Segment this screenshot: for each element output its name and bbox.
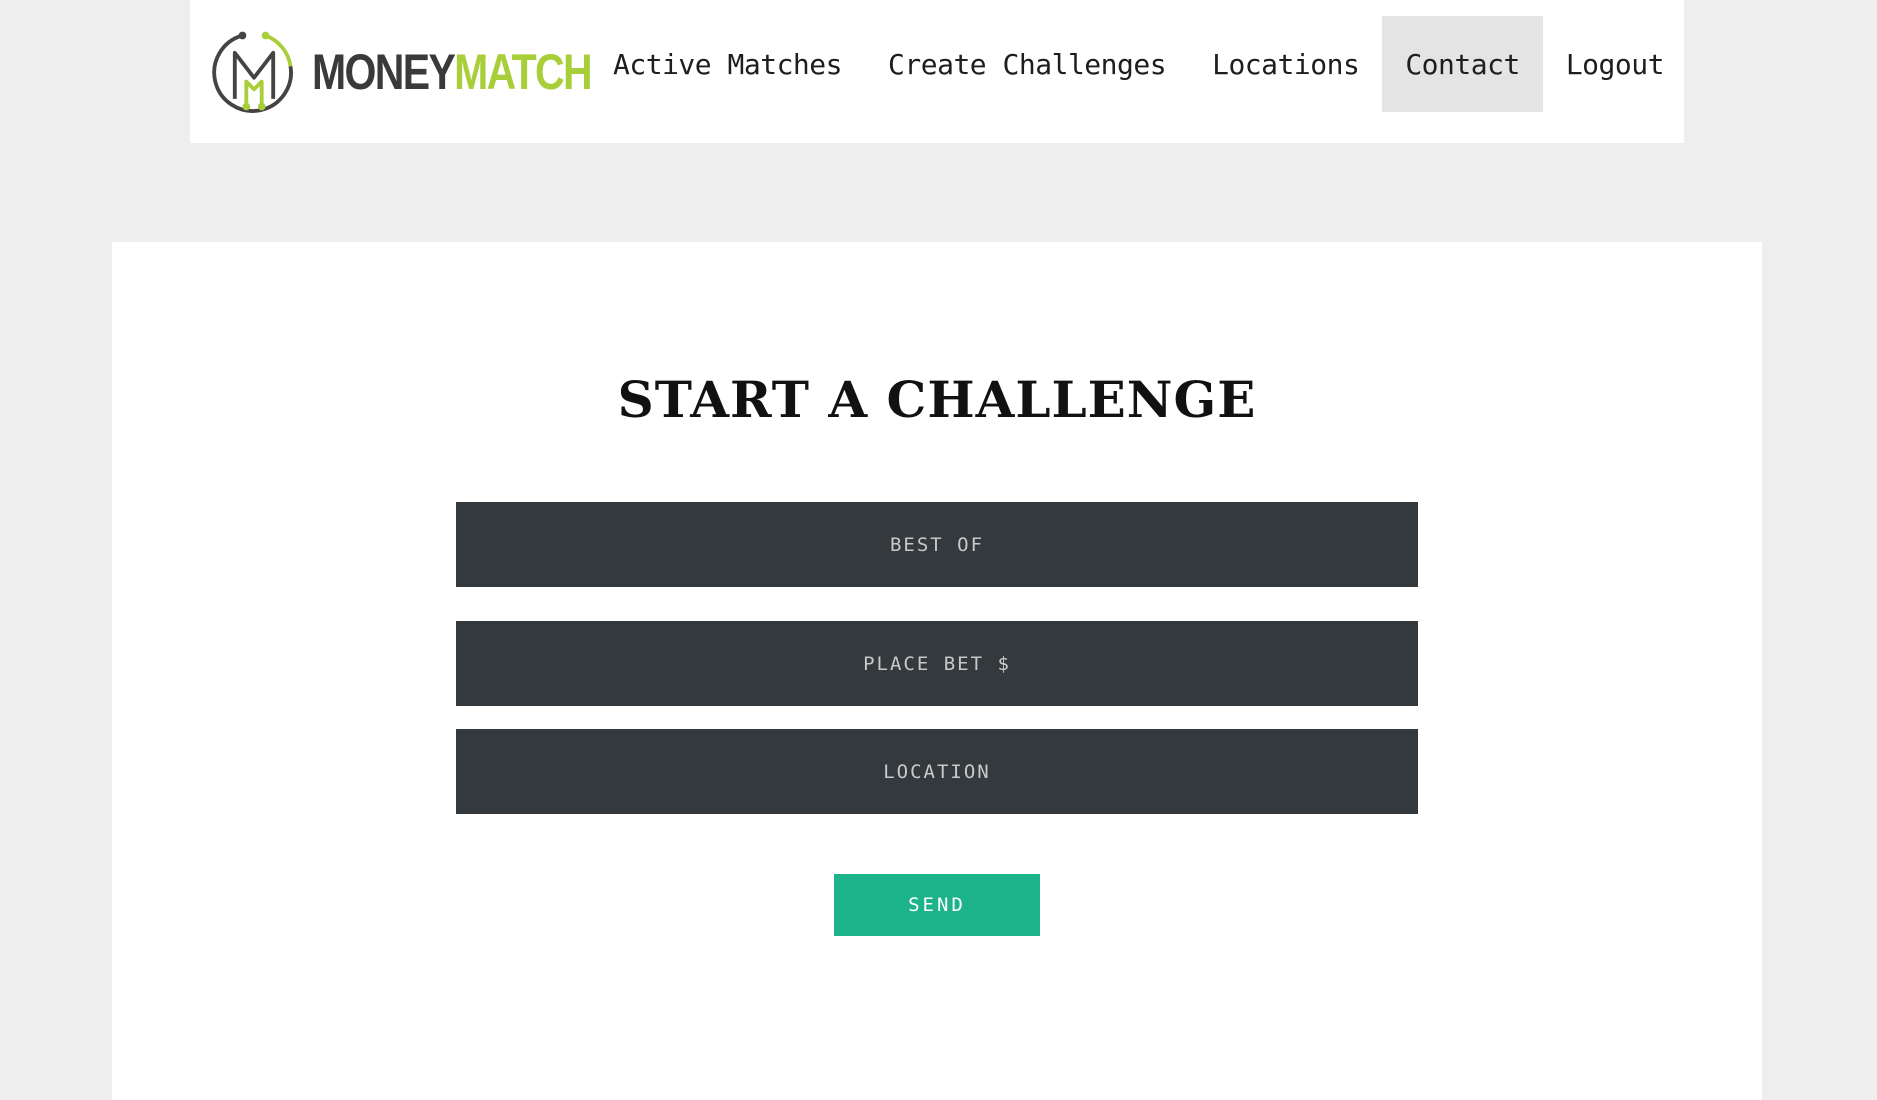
brand-logo[interactable]: MONEYMATCH <box>206 22 652 122</box>
nav-contact[interactable]: Contact <box>1382 16 1543 112</box>
main-nav: Active Matches Create Challenges Locatio… <box>590 16 1687 112</box>
nav-create-challenges[interactable]: Create Challenges <box>865 16 1189 112</box>
top-navbar: MONEYMATCH Active Matches Create Challen… <box>190 0 1684 143</box>
best-of-input[interactable] <box>456 502 1418 587</box>
brand-name-money: MONEY <box>312 44 456 100</box>
send-button[interactable]: SEND <box>834 874 1040 936</box>
place-bet-input[interactable] <box>456 621 1418 706</box>
moneymatch-logo-icon <box>212 31 293 113</box>
nav-logout[interactable]: Logout <box>1543 16 1687 112</box>
location-input[interactable] <box>456 729 1418 814</box>
nav-locations[interactable]: Locations <box>1189 16 1382 112</box>
challenge-form-card: START A CHALLENGE SEND <box>112 242 1762 1100</box>
brand-name-match: MATCH <box>454 44 592 100</box>
brand-wordmark: MONEYMATCH <box>312 44 593 100</box>
nav-active-matches[interactable]: Active Matches <box>590 16 865 112</box>
page-title: START A CHALLENGE <box>617 370 1257 429</box>
